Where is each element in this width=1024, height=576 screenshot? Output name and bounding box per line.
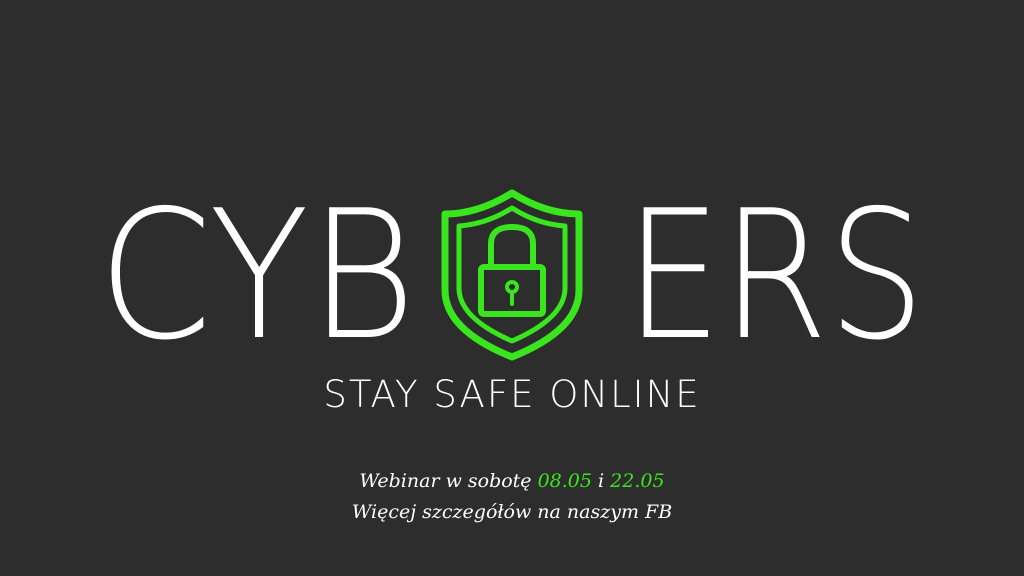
webinar-date-2: 22.05 [610,470,665,492]
webinar-dates-line: Webinar w sobotę 08.05 i 22.05 [0,466,1024,497]
logo-wordmark-left: CYB [98,172,416,379]
webinar-conjunction: i [592,470,611,492]
logo-word-ers: ERS [625,172,925,379]
webinar-info: Webinar w sobotę 08.05 i 22.05 Więcej sz… [0,466,1024,528]
webinar-label: Webinar w sobotę [359,470,538,492]
shield-padlock-icon [441,189,583,361]
webinar-date-1: 08.05 [537,470,592,492]
more-details-line: Więcej szczegółów na naszym FB [351,501,673,523]
logo-wordmark-right: ERS [625,172,925,379]
logo-word-cyb: CYB [98,172,416,379]
tagline: STAY SAFE ONLINE [323,373,701,416]
